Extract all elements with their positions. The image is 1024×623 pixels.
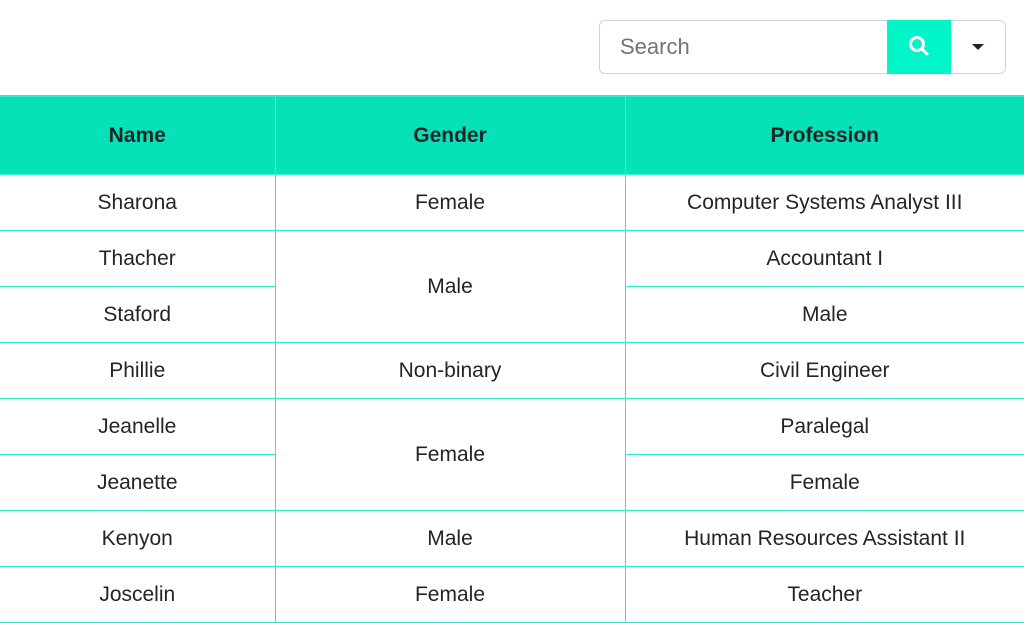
name-cell: Thacher <box>0 230 276 287</box>
profession-cell: Human Resources Assistant II <box>624 510 1024 567</box>
profession-cell: Paralegal <box>624 398 1024 455</box>
gender-cell: Female <box>274 174 626 231</box>
name-cell: Sharona <box>0 174 276 231</box>
search-input[interactable] <box>599 20 887 74</box>
table-row: Sharona Female Computer Systems Analyst … <box>0 174 1024 231</box>
gender-cell: Female <box>274 566 626 623</box>
profession-cell: Male <box>624 286 1024 343</box>
name-cell: Kenyon <box>0 510 276 567</box>
gender-cell: Female <box>274 398 626 511</box>
column-header-gender[interactable]: Gender <box>274 95 626 175</box>
table-row: Jeanelle Female Paralegal <box>0 398 1024 511</box>
table-row: Thacher Male Accountant I <box>0 230 1024 343</box>
profession-cell: Teacher <box>624 566 1024 623</box>
profession-cell: Computer Systems Analyst III <box>624 174 1024 231</box>
table-row: Kenyon Male Human Resources Assistant II <box>0 510 1024 567</box>
search-toolbar <box>599 20 1006 74</box>
table-row: Phillie Non-binary Civil Engineer <box>0 342 1024 399</box>
column-header-profession[interactable]: Profession <box>624 95 1024 175</box>
filter-dropdown-button[interactable] <box>951 20 1006 74</box>
search-button[interactable] <box>887 20 951 74</box>
name-cell: Phillie <box>0 342 276 399</box>
profession-cell: Female <box>624 454 1024 511</box>
table-row: Joscelin Female Teacher <box>0 566 1024 623</box>
gender-cell: Non-binary <box>274 342 626 399</box>
column-header-name[interactable]: Name <box>0 95 276 175</box>
gender-cell: Male <box>274 510 626 567</box>
profession-cell: Civil Engineer <box>624 342 1024 399</box>
people-table: Name Gender Profession Sharona Female Co… <box>0 95 1024 623</box>
name-cell: Joscelin <box>0 566 276 623</box>
name-cell: Jeanette <box>0 454 276 511</box>
name-cell: Jeanelle <box>0 398 276 455</box>
search-icon <box>908 35 930 60</box>
caret-down-icon <box>972 44 984 50</box>
profession-cell: Accountant I <box>624 230 1024 287</box>
table-header-row: Name Gender Profession <box>0 95 1024 175</box>
gender-cell: Male <box>274 230 626 343</box>
name-cell: Staford <box>0 286 276 343</box>
